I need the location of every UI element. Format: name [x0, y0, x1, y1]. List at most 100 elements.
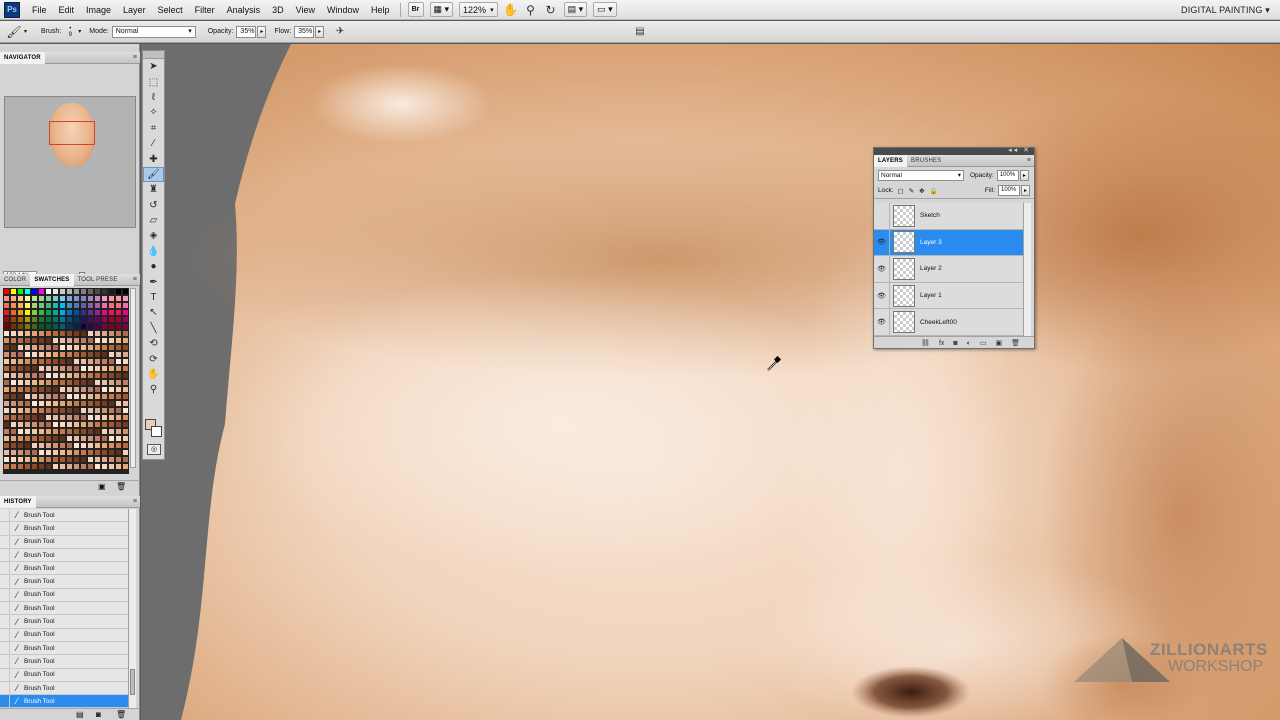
- swatch-cell[interactable]: [87, 330, 94, 337]
- swatch-cell[interactable]: [101, 309, 108, 316]
- collapse-close-icons[interactable]: ◂◂ ✕: [1008, 146, 1031, 154]
- swatch-cell[interactable]: [66, 428, 73, 435]
- swatch-cell[interactable]: [17, 344, 24, 351]
- swatch-cell[interactable]: [10, 428, 17, 435]
- swatch-cell[interactable]: [59, 358, 66, 365]
- swatch-cell[interactable]: [52, 449, 59, 456]
- swatch-cell[interactable]: [122, 351, 129, 358]
- navigator-thumbnail[interactable]: [4, 96, 136, 228]
- swatch-cell[interactable]: [80, 428, 87, 435]
- swatch-cell[interactable]: [17, 449, 24, 456]
- swatch-cell[interactable]: [45, 295, 52, 302]
- screen-mode-button[interactable]: ▭ ▾: [593, 2, 617, 17]
- swatch-cell[interactable]: [101, 442, 108, 449]
- swatch-cell[interactable]: [24, 316, 31, 323]
- swatch-cell[interactable]: [66, 316, 73, 323]
- swatch-cell[interactable]: [45, 428, 52, 435]
- layer-opacity-field[interactable]: 100%: [996, 169, 1019, 181]
- swatch-cell[interactable]: [101, 330, 108, 337]
- swatch-cell[interactable]: [115, 386, 122, 393]
- swatch-cell[interactable]: [17, 316, 24, 323]
- swatch-cell[interactable]: [115, 449, 122, 456]
- swatch-cell[interactable]: [59, 393, 66, 400]
- history-state-row[interactable]: ⁄ Brush Tool: [0, 535, 128, 549]
- swatch-cell[interactable]: [122, 344, 129, 351]
- swatch-cell[interactable]: [66, 344, 73, 351]
- swatch-cell[interactable]: [108, 442, 115, 449]
- swatch-cell[interactable]: [17, 407, 24, 414]
- swatch-cell[interactable]: [80, 330, 87, 337]
- swatch-cell[interactable]: [10, 379, 17, 386]
- swatch-cell[interactable]: [115, 337, 122, 344]
- swatch-cell[interactable]: [115, 442, 122, 449]
- swatch-cell[interactable]: [59, 309, 66, 316]
- swatch-cell[interactable]: [108, 330, 115, 337]
- swatch-cell[interactable]: [87, 421, 94, 428]
- swatch-cell[interactable]: [38, 309, 45, 316]
- swatch-cell[interactable]: [87, 400, 94, 407]
- swatch-cell[interactable]: [115, 295, 122, 302]
- swatch-cell[interactable]: [52, 393, 59, 400]
- swatch-cell[interactable]: [24, 323, 31, 330]
- swatch-cell[interactable]: [115, 344, 122, 351]
- swatch-cell[interactable]: [3, 372, 10, 379]
- menu-layer[interactable]: Layer: [117, 0, 152, 20]
- swatch-cell[interactable]: [66, 302, 73, 309]
- swatch-cell[interactable]: [24, 435, 31, 442]
- brush-panel-toggle-icon[interactable]: ▤: [632, 24, 648, 40]
- swatch-cell[interactable]: [38, 365, 45, 372]
- swatch-cell[interactable]: [3, 414, 10, 421]
- swatch-cell[interactable]: [66, 393, 73, 400]
- swatch-cell[interactable]: [87, 288, 94, 295]
- swatch-cell[interactable]: [80, 316, 87, 323]
- swatch-cell[interactable]: [87, 344, 94, 351]
- swatch-cell[interactable]: [66, 337, 73, 344]
- swatch-cell[interactable]: [66, 323, 73, 330]
- swatch-cell[interactable]: [94, 295, 101, 302]
- swatch-cell[interactable]: [10, 421, 17, 428]
- swatch-cell[interactable]: [52, 316, 59, 323]
- swatch-cell[interactable]: [101, 435, 108, 442]
- swatch-cell[interactable]: [80, 407, 87, 414]
- swatch-cell[interactable]: [122, 302, 129, 309]
- swatch-cell[interactable]: [31, 309, 38, 316]
- swatch-cell[interactable]: [108, 393, 115, 400]
- swatch-cell[interactable]: [31, 302, 38, 309]
- history-state-row[interactable]: ⁄ Brush Tool: [0, 602, 128, 616]
- swatch-cell[interactable]: [108, 288, 115, 295]
- swatch-cell[interactable]: [52, 323, 59, 330]
- swatch-cell[interactable]: [3, 365, 10, 372]
- swatch-cell[interactable]: [115, 309, 122, 316]
- swatch-cell[interactable]: [101, 414, 108, 421]
- swatch-cell[interactable]: [66, 435, 73, 442]
- lock-transparency-icon[interactable]: ▢: [898, 187, 904, 195]
- swatch-cell[interactable]: [87, 309, 94, 316]
- trash-icon[interactable]: 🗑: [116, 482, 126, 491]
- swatch-cell[interactable]: [24, 393, 31, 400]
- swatch-cell[interactable]: [31, 386, 38, 393]
- swatch-cell[interactable]: [101, 365, 108, 372]
- swatch-cell[interactable]: [17, 309, 24, 316]
- swatch-cell[interactable]: [87, 428, 94, 435]
- swatch-cell[interactable]: [115, 372, 122, 379]
- swatch-cell[interactable]: [108, 295, 115, 302]
- swatch-cell[interactable]: [94, 309, 101, 316]
- history-state-row[interactable]: ⁄ Brush Tool: [0, 548, 128, 563]
- swatch-cell[interactable]: [38, 421, 45, 428]
- swatch-cell[interactable]: [73, 393, 80, 400]
- eraser-tool-icon[interactable]: ▱: [143, 213, 164, 228]
- layer-mask-icon[interactable]: ◙: [953, 340, 957, 347]
- layers-scrollbar[interactable]: [1023, 203, 1031, 336]
- swatch-cell[interactable]: [80, 302, 87, 309]
- swatch-cell[interactable]: [108, 372, 115, 379]
- swatch-cell[interactable]: [59, 449, 66, 456]
- swatch-cell[interactable]: [122, 421, 129, 428]
- swatch-cell[interactable]: [24, 442, 31, 449]
- swatch-cell[interactable]: [17, 337, 24, 344]
- swatch-cell[interactable]: [10, 316, 17, 323]
- swatch-cell[interactable]: [73, 302, 80, 309]
- swatch-cell[interactable]: [3, 386, 10, 393]
- swatch-cell[interactable]: [59, 428, 66, 435]
- layer-style-icon[interactable]: fx: [939, 340, 944, 347]
- swatch-cell[interactable]: [24, 295, 31, 302]
